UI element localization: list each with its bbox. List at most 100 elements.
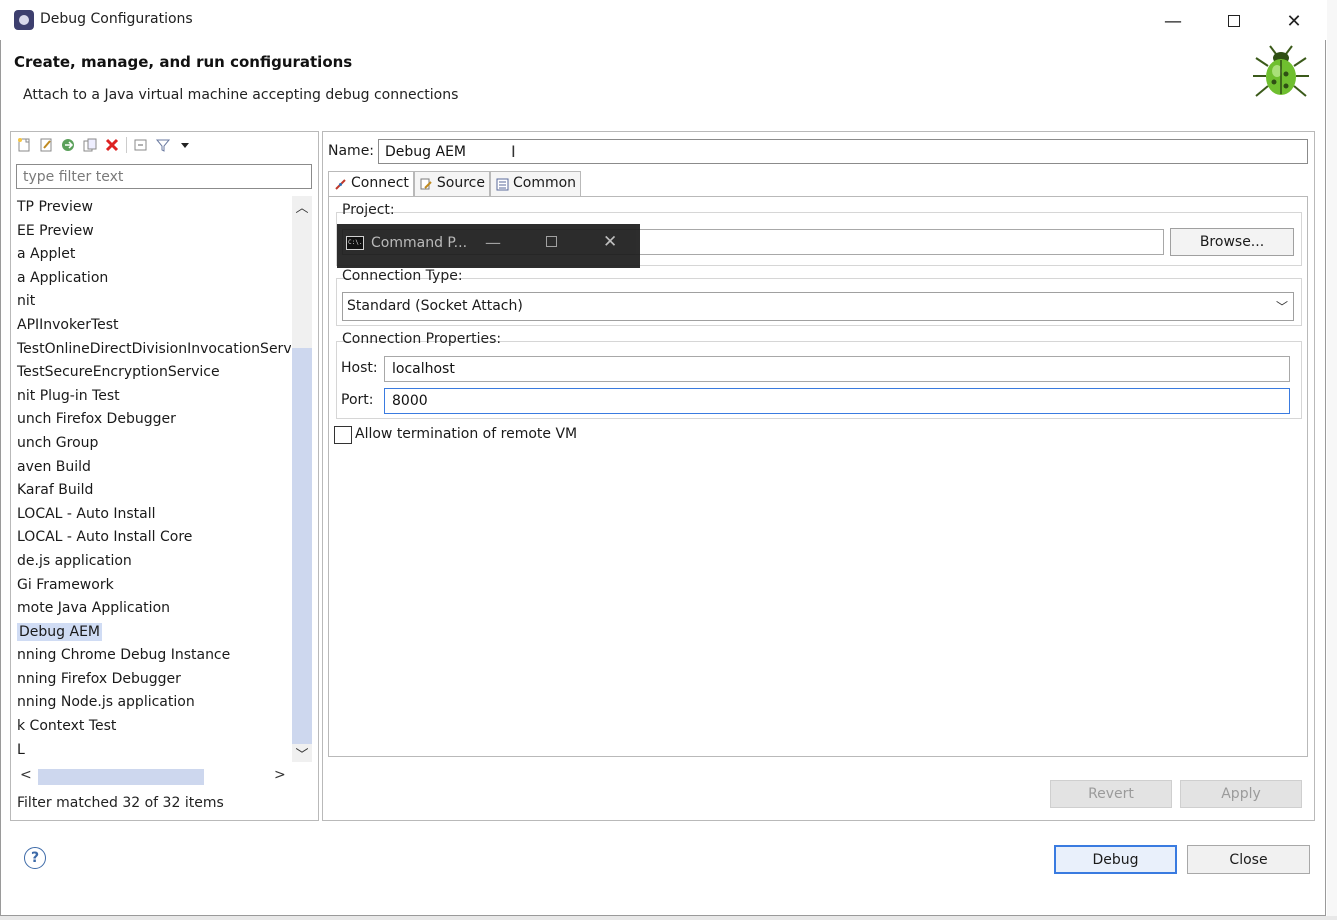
collapse-all-icon[interactable] — [133, 137, 149, 153]
tree-item[interactable]: nit Plug-in Test — [14, 385, 291, 409]
tab-source[interactable]: Source — [413, 171, 490, 197]
tree-item[interactable]: unch Firefox Debugger — [14, 408, 291, 432]
tree-item[interactable]: nning Firefox Debugger — [14, 668, 291, 692]
tree-item[interactable]: aven Build — [14, 456, 291, 480]
connection-type-label: Connection Type: — [342, 268, 463, 284]
tree-item-label: nning Firefox Debugger — [17, 670, 181, 687]
minimize-button[interactable]: — — [1150, 6, 1196, 36]
tree-item-label: nit Plug-in Test — [17, 387, 120, 404]
project-label: Project: — [342, 202, 395, 218]
tree-item-label: APIInvokerTest — [17, 316, 119, 333]
tree-item[interactable]: nit — [14, 290, 291, 314]
tab-label: Common — [512, 175, 577, 191]
config-name-input[interactable] — [378, 139, 1308, 164]
tree-item[interactable]: Gi Framework — [14, 574, 291, 598]
scroll-thumb[interactable] — [292, 348, 312, 744]
close-icon[interactable]: ✕ — [603, 232, 617, 252]
revert-button[interactable]: Revert — [1050, 780, 1172, 808]
tree-item-label: Karaf Build — [17, 482, 94, 499]
tree-item-label: TP Preview — [17, 199, 93, 215]
new-prototype-icon[interactable] — [38, 137, 54, 153]
debug-button[interactable]: Debug — [1054, 845, 1177, 874]
tree-item[interactable]: a Application — [14, 267, 291, 291]
background-edge — [0, 916, 1337, 920]
tree-item[interactable]: LOCAL - Auto Install Core — [14, 526, 291, 550]
tree-item[interactable]: TP Preview — [14, 196, 291, 220]
new-config-icon[interactable] — [16, 137, 32, 153]
minimize-icon[interactable]: — — [485, 233, 501, 252]
tree-vertical-scrollbar[interactable]: ︿ ﹀ — [292, 196, 312, 763]
maximize-icon[interactable] — [546, 236, 557, 247]
tree-item[interactable]: TestSecureEncryptionService — [14, 361, 291, 385]
tree-item-label: a Application — [17, 269, 109, 286]
connection-type-select[interactable]: Standard (Socket Attach) — [342, 292, 1294, 321]
banner-title: Create, manage, and run configurations — [14, 53, 353, 71]
export-icon[interactable] — [60, 137, 76, 153]
delete-icon[interactable] — [104, 137, 120, 153]
tree-item[interactable]: APIInvokerTest — [14, 314, 291, 338]
maximize-icon — [1228, 15, 1240, 27]
tree-item-label: TestOnlineDirectDivisionInvocationServic — [17, 340, 291, 357]
scroll-right-arrow-icon[interactable]: > — [274, 767, 286, 783]
tree-item-label: mote Java Application — [17, 600, 171, 617]
scroll-up-arrow-icon[interactable]: ︿ — [292, 196, 312, 216]
tree-item-label: Gi Framework — [17, 576, 114, 593]
close-icon: ✕ — [1286, 10, 1302, 32]
maximize-button[interactable] — [1211, 6, 1257, 36]
apply-button[interactable]: Apply — [1180, 780, 1302, 808]
source-icon — [420, 178, 432, 190]
debug-bug-icon — [1253, 45, 1309, 97]
connect-icon — [335, 179, 346, 190]
browse-button[interactable]: Browse... — [1170, 228, 1294, 256]
view-menu-chevron-down-icon[interactable] — [177, 137, 193, 153]
tree-item[interactable]: L — [14, 739, 291, 758]
text-cursor-icon: I — [511, 142, 516, 161]
close-button[interactable]: Close — [1187, 845, 1310, 874]
close-window-button[interactable]: ✕ — [1271, 6, 1317, 36]
host-label: Host: — [341, 360, 378, 376]
port-input[interactable] — [384, 388, 1290, 414]
tree-item[interactable]: a Applet — [14, 243, 291, 267]
tree-item[interactable]: mote Java Application — [14, 597, 291, 621]
tree-item-label: unch Firefox Debugger — [17, 411, 176, 428]
tab-connect[interactable]: Connect — [328, 171, 414, 198]
filter-icon[interactable] — [155, 137, 171, 153]
tree-item[interactable]: nning Node.js application — [14, 691, 291, 715]
tree-item[interactable]: k Context Test — [14, 715, 291, 739]
tree-item[interactable]: unch Group — [14, 432, 291, 456]
scroll-left-arrow-icon[interactable]: < — [20, 767, 32, 783]
banner-description: Attach to a Java virtual machine accepti… — [23, 87, 459, 103]
horizontal-scroll-thumb[interactable] — [38, 769, 204, 785]
allow-termination-checkbox[interactable] — [334, 426, 352, 444]
duplicate-icon[interactable] — [82, 137, 98, 153]
tab-common[interactable]: Common — [489, 171, 582, 197]
tree-item[interactable]: Debug AEM — [14, 621, 291, 645]
tree-item-label: LOCAL - Auto Install — [17, 505, 156, 522]
tree-item[interactable]: TestOnlineDirectDivisionInvocationServic — [14, 338, 291, 362]
command-prompt-icon: C:\. — [346, 236, 364, 250]
connection-properties-label: Connection Properties: — [342, 331, 502, 347]
title-bar: Debug Configurations — ✕ — [0, 0, 1326, 40]
tree-item-label: nit — [17, 293, 36, 310]
filter-status-text: Filter matched 32 of 32 items — [17, 795, 224, 811]
allow-termination-label[interactable]: Allow termination of remote VM — [355, 426, 577, 442]
command-prompt-window[interactable]: C:\. Command P... — ✕ — [337, 224, 640, 268]
help-icon[interactable]: ? — [24, 847, 46, 869]
chevron-down-icon[interactable]: ﹀ — [1276, 298, 1288, 315]
tree-item[interactable]: de.js application — [14, 550, 291, 574]
tree-item-label: aven Build — [17, 458, 91, 475]
tree-item[interactable]: LOCAL - Auto Install — [14, 503, 291, 527]
tree-horizontal-scrollbar[interactable]: < > — [16, 765, 292, 787]
host-input[interactable] — [384, 356, 1290, 382]
tree-item[interactable]: nning Chrome Debug Instance — [14, 644, 291, 668]
tree-item-label: EE Preview — [17, 222, 94, 239]
toolbar-separator — [126, 137, 127, 153]
tree-item[interactable]: Karaf Build — [14, 479, 291, 503]
tab-label: Source — [436, 175, 485, 191]
common-icon — [496, 178, 509, 191]
filter-input[interactable] — [16, 164, 312, 189]
configuration-tree: TP Preview EE Preview a Applet a Applicatio… — [14, 196, 291, 758]
scroll-down-arrow-icon[interactable]: ﹀ — [292, 744, 312, 763]
tab-label: Connect — [351, 175, 409, 191]
tree-item[interactable]: EE Preview — [14, 220, 291, 244]
